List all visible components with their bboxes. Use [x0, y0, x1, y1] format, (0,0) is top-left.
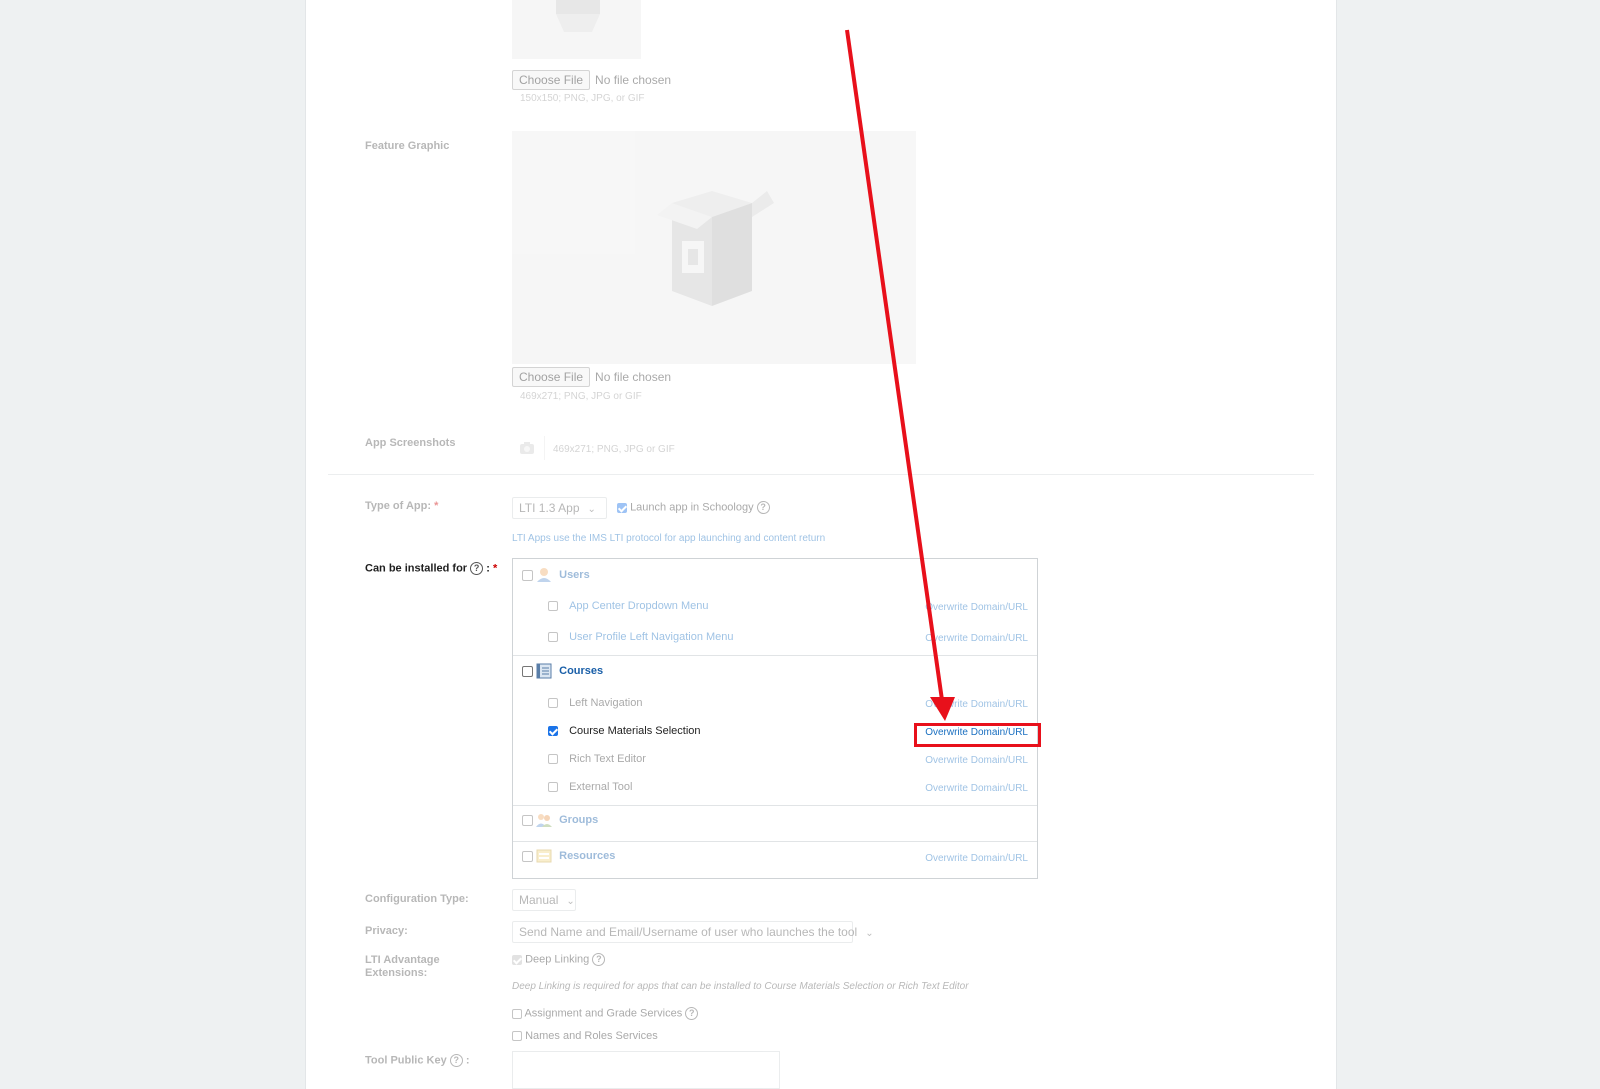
configuration-type-label: Configuration Type: [365, 893, 469, 905]
assignment-grade-option[interactable]: Assignment and Grade Services ? [512, 1007, 699, 1020]
list-item-course-materials-selection[interactable]: Course Materials Selection [548, 725, 701, 737]
annotation-highlight-box [914, 723, 1041, 747]
overwrite-link[interactable]: Overwrite Domain/URL [925, 783, 1028, 794]
feature-graphic-label: Feature Graphic [365, 140, 450, 152]
type-of-app-label: Type of App: * [365, 500, 439, 512]
launch-in-schoology[interactable]: Launch app in Schoology ? [617, 501, 770, 514]
type-of-app-select[interactable]: LTI 1.3 App ⌄ [512, 497, 607, 519]
help-icon[interactable]: ? [756, 501, 770, 514]
divider [513, 841, 1037, 842]
deep-linking-option[interactable]: Deep Linking ? [512, 953, 606, 966]
install-targets-box: Users App Center Dropdown Menu Overwrite… [512, 558, 1038, 879]
deep-linking-checkbox[interactable] [512, 954, 522, 965]
groups-icon [536, 812, 553, 828]
tool-public-key-input[interactable] [512, 1051, 780, 1089]
feature-graphic-preview [512, 131, 916, 364]
list-item-user-profile-left-nav[interactable]: User Profile Left Navigation Menu [548, 631, 734, 643]
courses-checkbox[interactable] [522, 665, 533, 677]
names-roles-option[interactable]: Names and Roles Services [512, 1030, 658, 1042]
user-icon [536, 567, 552, 583]
help-icon[interactable]: ? [470, 562, 484, 575]
help-icon[interactable]: ? [449, 1054, 463, 1067]
icon-choose-file-button[interactable]: Choose File [512, 70, 591, 90]
feature-hint: 469x271; PNG, JPG or GIF [520, 391, 642, 402]
privacy-label: Privacy: [365, 925, 408, 937]
app-screenshots-label: App Screenshots [365, 437, 456, 449]
box-placeholder-icon [657, 191, 774, 306]
icon-preview [512, 0, 641, 59]
overwrite-link[interactable]: Overwrite Domain/URL [925, 699, 1028, 710]
overwrite-link[interactable]: Overwrite Domain/URL [925, 755, 1028, 766]
users-checkbox[interactable] [522, 569, 533, 581]
overwrite-link[interactable]: Overwrite Domain/URL [925, 633, 1028, 644]
box-placeholder-icon [556, 0, 600, 32]
can-be-installed-label: Can be installed for ? : * [365, 562, 498, 575]
icon-file-status: No file chosen [595, 73, 672, 87]
divider [513, 805, 1037, 806]
screenshots-hint: 469x271; PNG, JPG or GIF [553, 444, 675, 455]
overwrite-link[interactable]: Overwrite Domain/URL [925, 853, 1028, 864]
list-item-external-tool[interactable]: External Tool [548, 781, 632, 793]
chevron-down-icon: ⌄ [566, 896, 575, 907]
resources-checkbox[interactable] [522, 850, 533, 862]
assignment-grade-checkbox[interactable] [512, 1008, 522, 1019]
section-divider [328, 474, 1314, 475]
item-checkbox[interactable] [548, 754, 558, 765]
tool-public-key-label: Tool Public Key ? : [365, 1054, 470, 1067]
item-checkbox[interactable] [548, 698, 558, 709]
course-materials-checkbox[interactable] [548, 726, 558, 737]
icon-hint: 150x150; PNG, JPG, or GIF [520, 93, 645, 104]
list-item-rich-text-editor[interactable]: Rich Text Editor [548, 753, 646, 765]
help-icon[interactable]: ? [592, 953, 606, 966]
lti-apps-help-text: LTI Apps use the IMS LTI protocol for ap… [512, 533, 826, 544]
overwrite-link[interactable]: Overwrite Domain/URL [925, 602, 1028, 613]
item-checkbox[interactable] [548, 601, 558, 612]
lti-extensions-label: LTI Advantage Extensions: [365, 954, 440, 979]
group-resources[interactable]: Resources [522, 848, 615, 864]
feature-choose-file-button[interactable]: Choose File [512, 367, 591, 387]
list-item-app-center-dropdown[interactable]: App Center Dropdown Menu [548, 600, 708, 612]
group-courses[interactable]: Courses [522, 663, 603, 679]
chevron-down-icon: ⌄ [865, 928, 874, 939]
group-users[interactable]: Users [522, 567, 590, 583]
divider [513, 655, 1037, 656]
feature-file-status: No file chosen [595, 370, 672, 384]
groups-checkbox[interactable] [522, 814, 533, 826]
chevron-down-icon: ⌄ [587, 504, 596, 515]
resources-icon [536, 848, 552, 864]
courses-book-icon [536, 663, 552, 679]
privacy-select[interactable]: Send Name and Email/Username of user who… [512, 921, 874, 943]
help-icon[interactable]: ? [685, 1007, 699, 1020]
divider [544, 436, 545, 460]
launch-label: Launch app in Schoology [630, 501, 754, 514]
group-groups[interactable]: Groups [522, 812, 598, 828]
deep-linking-note: Deep Linking is required for apps that c… [512, 981, 969, 992]
names-roles-checkbox[interactable] [512, 1031, 522, 1042]
launch-checkbox[interactable] [617, 502, 627, 513]
configuration-type-select[interactable]: Manual ⌄ [512, 889, 576, 911]
item-checkbox[interactable] [548, 782, 558, 793]
item-checkbox[interactable] [548, 632, 558, 643]
camera-icon[interactable] [519, 441, 535, 455]
list-item-left-navigation[interactable]: Left Navigation [548, 697, 642, 709]
